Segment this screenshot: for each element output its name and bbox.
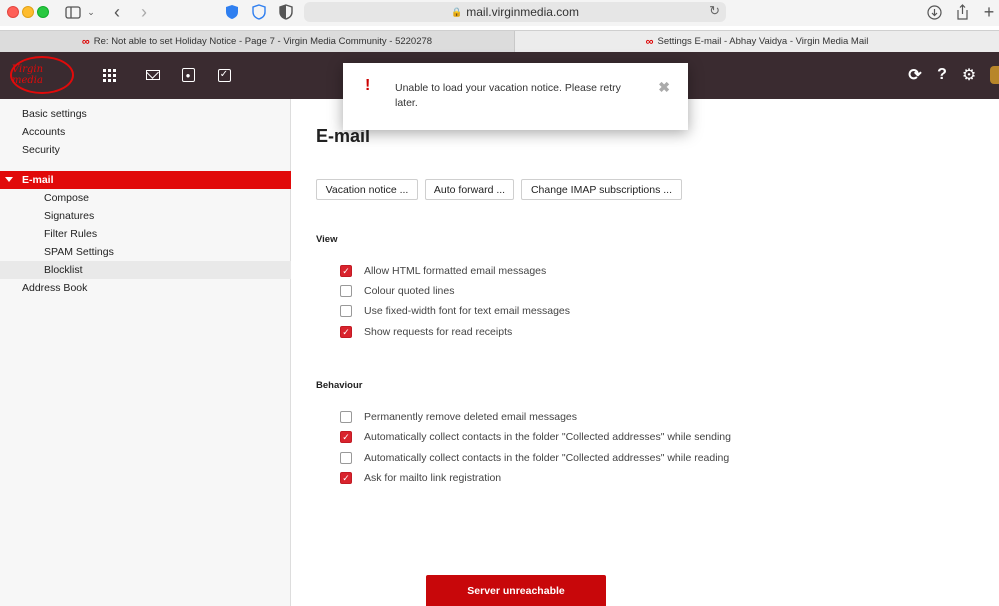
sidebar-item-email[interactable]: E-mail [0,171,291,189]
lock-icon: 🔒 [451,6,463,17]
sidebar-item-filter-rules[interactable]: Filter Rules [0,225,291,243]
imap-subscriptions-button[interactable]: Change IMAP subscriptions ... [521,179,682,200]
sidebar-item-label: E-mail [22,174,54,186]
option-label: Use fixed-width font for text email mess… [364,305,571,317]
auto-forward-button[interactable]: Auto forward ... [425,179,514,200]
vacation-notice-button[interactable]: Vacation notice ... [316,179,418,200]
error-icon: ! [365,77,371,94]
new-tab-icon[interactable]: + [982,2,996,22]
reader-shield-icon[interactable] [278,3,294,21]
option-read-receipts[interactable]: ✓ Show requests for read receipts [340,325,512,339]
tasks-icon[interactable]: ✓ [215,66,233,84]
virgin-favicon-icon: ∞ [645,35,654,48]
address-bar[interactable]: 🔒 mail.virginmedia.com ↻ [304,2,726,22]
sidebar-item-basic-settings[interactable]: Basic settings [0,105,291,123]
checkbox[interactable]: ✓ [340,326,352,338]
error-notification: ! Unable to load your vacation notice. P… [343,63,688,130]
extension-shield-icon[interactable] [251,3,267,21]
sidebar-item-security[interactable]: Security [0,141,291,159]
settings-sidebar: Basic settings Accounts Security E-mail … [0,99,291,606]
sidebar-toggle-icon[interactable] [64,3,82,21]
tab-label: Settings E-mail - Abhay Vaidya - Virgin … [657,36,869,47]
checkbox[interactable] [340,411,352,423]
avatar[interactable] [990,66,999,84]
sidebar-item-accounts[interactable]: Accounts [0,123,291,141]
option-collect-reading[interactable]: Automatically collect contacts in the fo… [340,451,729,465]
refresh-icon[interactable]: ⟳ [906,66,924,84]
mail-icon[interactable] [144,66,162,84]
sidebar-item-blocklist[interactable]: Blocklist [0,261,291,279]
checkbox[interactable]: ✓ [340,431,352,443]
checkbox[interactable] [340,285,352,297]
close-icon[interactable]: ✖ [658,79,670,96]
browser-tabs: ∞ Re: Not able to set Holiday Notice - P… [0,30,999,52]
tab-label: Re: Not able to set Holiday Notice - Pag… [93,36,433,47]
help-icon[interactable]: ? [933,66,951,84]
minimize-window-button[interactable] [22,6,34,18]
forward-icon[interactable]: › [137,2,151,22]
virgin-favicon-icon: ∞ [81,35,90,48]
reload-icon[interactable]: ↻ [709,3,720,19]
downloads-icon[interactable] [926,3,942,21]
sidebar-item-signatures[interactable]: Signatures [0,207,291,225]
option-label: Show requests for read receipts [364,326,513,338]
checkbox[interactable] [340,452,352,464]
sidebar-item-address-book[interactable]: Address Book [0,279,291,297]
sidebar-item-spam-settings[interactable]: SPAM Settings [0,243,291,261]
option-label: Allow HTML formatted email messages [364,265,547,277]
contacts-icon[interactable]: ● [179,66,197,84]
checkbox[interactable]: ✓ [340,265,352,277]
close-window-button[interactable] [7,6,19,18]
zoom-window-button[interactable] [37,6,49,18]
option-label: Automatically collect contacts in the fo… [364,452,730,464]
option-label: Permanently remove deleted email message… [364,411,578,423]
option-permanently-remove[interactable]: Permanently remove deleted email message… [340,410,577,424]
back-icon[interactable]: ‹ [110,2,124,22]
privacy-shield-icon[interactable] [224,3,240,21]
apps-grid-icon[interactable] [100,66,118,84]
settings-gear-icon[interactable]: ⚙ [960,66,978,84]
option-colour-quoted[interactable]: Colour quoted lines [340,284,454,298]
behaviour-heading: Behaviour [316,380,363,391]
logo-text: Virgin media [12,64,44,86]
url-text: mail.virginmedia.com [466,5,579,19]
option-allow-html[interactable]: ✓ Allow HTML formatted email messages [340,264,546,278]
share-icon[interactable] [955,3,969,21]
notification-message: Unable to load your vacation notice. Ple… [395,82,621,109]
checkbox[interactable] [340,305,352,317]
option-label: Colour quoted lines [364,285,455,297]
option-label: Ask for mailto link registration [364,472,502,484]
option-collect-sending[interactable]: ✓ Automatically collect contacts in the … [340,430,731,444]
option-fixed-width[interactable]: Use fixed-width font for text email mess… [340,304,570,318]
virgin-media-logo[interactable]: Virgin media [10,56,74,94]
option-mailto-registration[interactable]: ✓ Ask for mailto link registration [340,471,501,485]
tab-community[interactable]: ∞ Re: Not able to set Holiday Notice - P… [0,31,515,52]
checkbox[interactable]: ✓ [340,472,352,484]
view-heading: View [316,234,338,245]
server-status-banner: Server unreachable [426,575,606,606]
settings-main: E-mail Vacation notice ... Auto forward … [292,99,999,606]
chevron-down-icon[interactable]: ⌄ [86,3,96,21]
browser-toolbar: ⌄ ‹ › 🔒 mail.virginmedia.com ↻ + [0,0,999,26]
tab-settings-mail[interactable]: ∞ Settings E-mail - Abhay Vaidya - Virgi… [515,31,999,52]
caret-down-icon [5,177,13,182]
sidebar-item-compose[interactable]: Compose [0,189,291,207]
option-label: Automatically collect contacts in the fo… [364,431,731,443]
